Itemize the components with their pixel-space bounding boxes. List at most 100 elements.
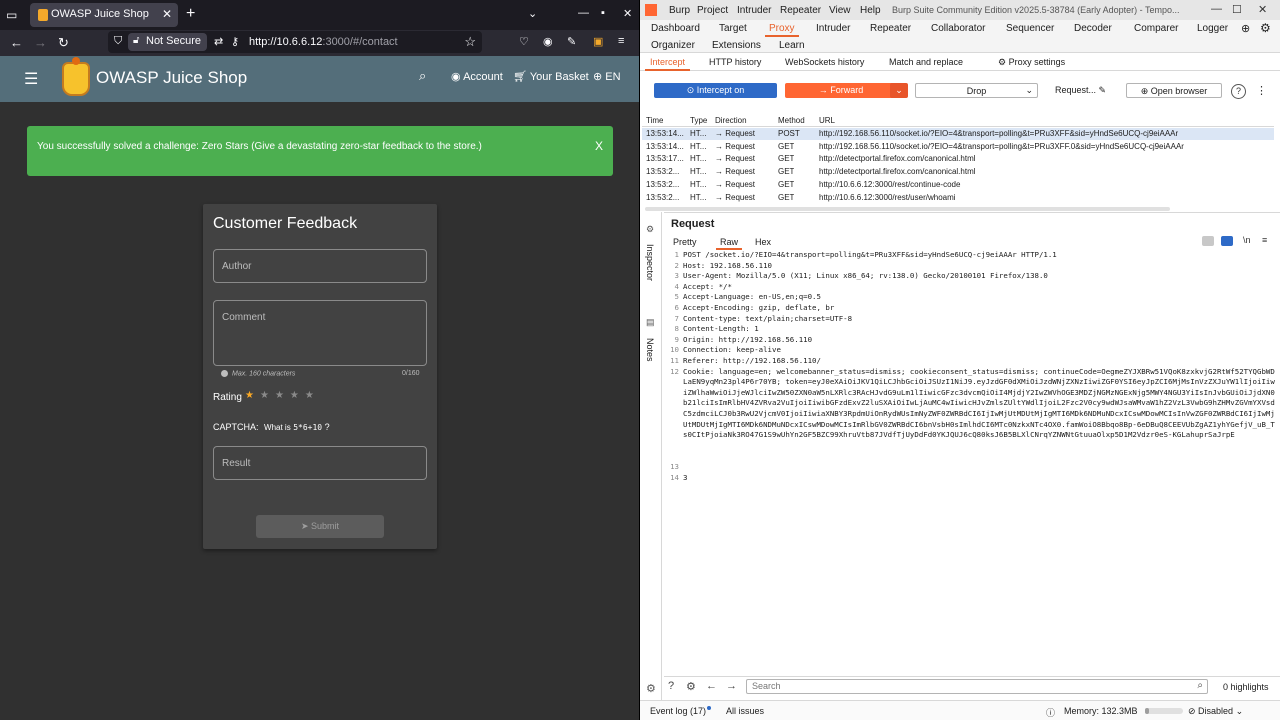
globe-icon[interactable]: ⊕ xyxy=(1241,22,1250,35)
burp-minimize-icon[interactable]: — xyxy=(1211,3,1222,15)
burp-extension-icon[interactable]: ▣ xyxy=(593,35,603,48)
juice-shop-logo[interactable] xyxy=(62,57,90,96)
search-help-icon[interactable]: ? xyxy=(668,680,674,692)
menu-help[interactable]: Help xyxy=(860,5,881,16)
back-icon[interactable]: ← xyxy=(10,35,23,50)
subtab-intercept[interactable]: Intercept xyxy=(644,57,691,71)
search-icon[interactable]: ⌕ xyxy=(419,68,426,84)
newline-toggle-icon[interactable]: \n xyxy=(1243,235,1251,245)
sidebar-settings-icon[interactable]: ⚙ xyxy=(646,682,656,695)
hide-non-printable-icon[interactable] xyxy=(1202,236,1214,246)
tab-decoder[interactable]: Decoder xyxy=(1074,23,1112,34)
rating-star-1[interactable]: ★ xyxy=(245,390,260,401)
bookmark-star-icon[interactable]: ☆ xyxy=(464,34,476,50)
sidenav-menu-icon[interactable]: ☰ xyxy=(24,69,38,89)
help-icon[interactable]: ? xyxy=(1231,84,1246,99)
tab-proxy[interactable]: Proxy xyxy=(765,23,799,37)
tab-learn[interactable]: Learn xyxy=(779,40,805,51)
close-window-icon[interactable]: ✕ xyxy=(623,7,632,20)
table-row[interactable]: 13:53:2... HT... → Request GET http://detect… xyxy=(642,166,1274,178)
captcha-result-field[interactable]: Result xyxy=(213,446,427,480)
table-row[interactable]: 13:53:2... HT... → Request GET http://10.6.6… xyxy=(642,192,1274,204)
menu-view[interactable]: View xyxy=(829,5,851,16)
browser-tab[interactable]: OWASP Juice Shop ✕ xyxy=(30,3,178,27)
tab-target[interactable]: Target xyxy=(719,23,747,34)
forward-button[interactable]: → Forward xyxy=(785,83,897,98)
view-pretty[interactable]: Pretty xyxy=(673,237,697,247)
basket-button[interactable]: 🛒︎ Your Basket xyxy=(513,70,589,83)
col-direction[interactable]: Direction xyxy=(715,116,747,125)
disabled-status[interactable]: ⊘ Disabled ⌄ xyxy=(1188,706,1243,717)
col-time[interactable]: Time xyxy=(646,116,663,125)
forward-icon[interactable]: → xyxy=(34,35,47,50)
inspector-label[interactable]: Inspector xyxy=(645,244,655,281)
maximize-icon[interactable]: ▪ xyxy=(601,7,605,19)
tab-comparer[interactable]: Comparer xyxy=(1134,23,1178,34)
menu-project[interactable]: Project xyxy=(697,5,728,16)
table-row[interactable]: 13:53:14... HT... → Request GET http://192.1… xyxy=(642,141,1274,153)
subtab-proxy-settings[interactable]: ⚙ Proxy settings xyxy=(998,57,1065,68)
subtab-websockets-history[interactable]: WebSockets history xyxy=(785,57,864,67)
tab-logger[interactable]: Logger xyxy=(1197,23,1228,34)
tab-collaborator[interactable]: Collaborator xyxy=(931,23,985,34)
col-type[interactable]: Type xyxy=(690,116,707,125)
menu-repeater[interactable]: Repeater xyxy=(780,5,821,16)
editor-menu-icon[interactable]: ≡ xyxy=(1262,235,1267,245)
rating-stars[interactable]: ★★★★★ xyxy=(245,390,320,401)
all-issues[interactable]: All issues xyxy=(726,706,764,716)
view-hex[interactable]: Hex xyxy=(755,237,771,247)
view-raw[interactable]: Raw xyxy=(715,237,743,250)
language-button[interactable]: ⊕ EN xyxy=(593,70,621,83)
forward-dropdown-button[interactable]: ⌄ xyxy=(890,83,908,98)
tab-close-icon[interactable]: ✕ xyxy=(162,7,172,21)
tracking-shield-icon[interactable]: ⛉ xyxy=(114,35,122,48)
tab-sequencer[interactable]: Sequencer xyxy=(1006,23,1054,34)
table-row[interactable]: 13:53:14... HT... → Request POST http://192.… xyxy=(642,128,1274,140)
tab-overflow-icon[interactable]: ⌄ xyxy=(528,7,537,20)
url-text[interactable]: http://10.6.6.12:3000/#/contact xyxy=(249,36,398,48)
settings-gear-icon[interactable]: ⚙ xyxy=(1260,21,1271,35)
table-row[interactable]: 13:53:2... HT... → Request GET http://10.6.6… xyxy=(642,179,1274,191)
search-settings-icon[interactable]: ⚙ xyxy=(686,680,696,693)
table-row[interactable]: 13:53:17... HT... → Request GET http://detec… xyxy=(642,153,1274,165)
more-options-icon[interactable]: ⋮ xyxy=(1256,84,1267,97)
url-bar[interactable]: ⛉ 🔓︎ Not Secure ⇄ ⚷ http://10.6.6.12:300… xyxy=(108,31,482,53)
author-field[interactable]: Author xyxy=(213,249,427,283)
search-input[interactable]: Search ⌕ xyxy=(746,679,1208,694)
not-secure-badge[interactable]: 🔓︎ Not Secure xyxy=(128,33,208,51)
account-icon[interactable]: ◉ xyxy=(543,35,553,48)
tab-repeater[interactable]: Repeater xyxy=(870,23,911,34)
search-prev-icon[interactable]: ← xyxy=(706,680,717,692)
table-horizontal-scrollbar[interactable] xyxy=(645,207,1170,211)
inspector-icon[interactable]: ⚙ xyxy=(646,224,654,235)
rating-star-5[interactable]: ★ xyxy=(305,390,320,401)
tab-dashboard[interactable]: Dashboard xyxy=(651,23,700,34)
raw-request-text[interactable]: 1 POST /socket.io/?EIO=4&transport=pollin… xyxy=(664,250,1276,670)
subtab-match-replace[interactable]: Match and replace xyxy=(889,57,963,67)
reload-icon[interactable]: ↻ xyxy=(58,35,69,51)
permissions-icon[interactable]: ⇄ xyxy=(214,35,223,48)
col-method[interactable]: Method xyxy=(778,116,805,125)
burp-close-icon[interactable]: ✕ xyxy=(1258,3,1267,16)
event-log[interactable]: Event log (17) xyxy=(650,706,712,716)
rating-star-2[interactable]: ★ xyxy=(260,390,275,401)
notes-icon[interactable]: ▤ xyxy=(646,317,655,328)
account-button[interactable]: ◉ Account xyxy=(451,70,503,83)
extensions-icon[interactable]: ✎ xyxy=(567,35,576,48)
pocket-icon[interactable]: ♡ xyxy=(519,35,529,48)
juice-shop-brand[interactable]: OWASP Juice Shop xyxy=(96,68,247,88)
col-url[interactable]: URL xyxy=(819,116,835,125)
menu-burp[interactable]: Burp xyxy=(669,5,690,16)
rating-star-4[interactable]: ★ xyxy=(290,390,305,401)
subtab-http-history[interactable]: HTTP history xyxy=(709,57,761,67)
toast-close-button[interactable]: X xyxy=(595,139,603,153)
drop-button[interactable]: Drop ⌄ xyxy=(915,83,1038,98)
rating-star-3[interactable]: ★ xyxy=(275,390,290,401)
request-button[interactable]: Request... ✎ xyxy=(1055,83,1115,98)
burp-maximize-icon[interactable]: ☐ xyxy=(1232,3,1242,16)
word-wrap-icon[interactable] xyxy=(1221,236,1233,246)
key-icon[interactable]: ⚷ xyxy=(231,35,239,48)
search-next-icon[interactable]: → xyxy=(726,680,737,692)
hamburger-menu-icon[interactable]: ≡ xyxy=(618,35,624,47)
menu-intruder[interactable]: Intruder xyxy=(737,5,771,16)
